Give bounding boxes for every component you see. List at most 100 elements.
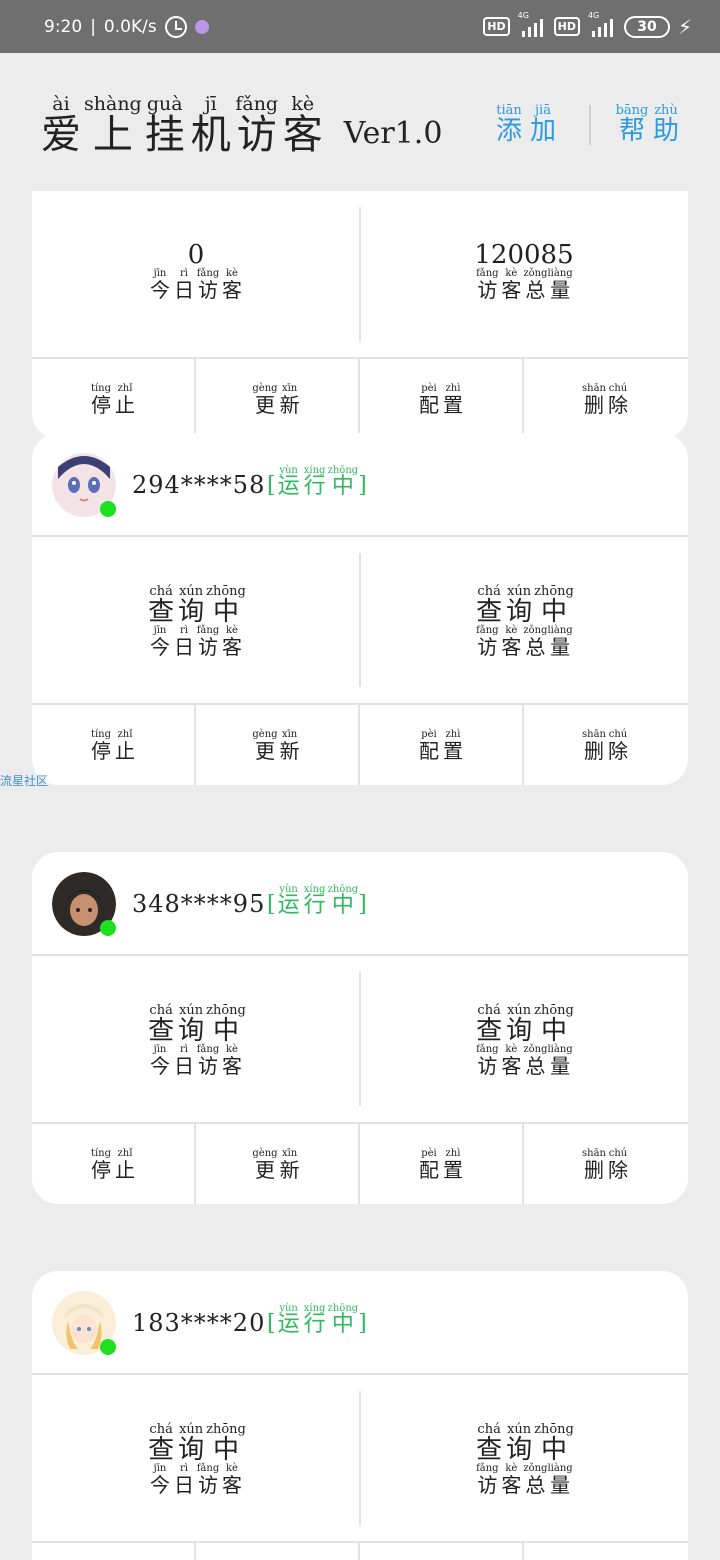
ruby-char: zhōng 中 <box>206 1003 246 1044</box>
add-button[interactable]: tiān 添 jiā 加 <box>492 103 560 144</box>
hanzi: 删 <box>584 1158 604 1182</box>
hanzi: 配 <box>419 1158 439 1182</box>
ruby-char: zhǐ 止 <box>113 383 137 415</box>
account-number: 348****95 <box>132 890 266 918</box>
card-actions: tíng停zhǐ止 gèng更xīn新 pèi配zhì置 shān删chú除 <box>32 1124 688 1204</box>
ruby-char: xún 询 <box>504 1422 534 1463</box>
hanzi: 日 <box>174 278 194 302</box>
card-actions: tíng停zhǐ止 gèng更xīn新 pèi配zhì置 shān删chú除 <box>32 1543 688 1560</box>
hanzi: 询 <box>506 1015 533 1046</box>
config-button[interactable]: pèi配zhì置 <box>360 1124 524 1204</box>
ruby-char: tíng 停 <box>89 729 113 761</box>
hanzi: 除 <box>608 1158 628 1182</box>
total-visitors-value: 120085 <box>474 240 574 270</box>
ruby-char: chá 查 <box>474 1003 504 1044</box>
update-button[interactable]: gèng更xīn新 <box>196 705 360 785</box>
ruby-char: zhōng 中 <box>206 1422 246 1463</box>
hanzi: 中 <box>331 893 354 918</box>
total-visitors-stat: 120085 fǎng 访 kè 客 zǒng 总 liàng 量 <box>360 191 688 357</box>
ruby-char: kè 客 <box>280 93 326 155</box>
hanzi: 访 <box>477 1053 498 1078</box>
hanzi: 今 <box>150 278 170 302</box>
hanzi: 询 <box>178 1434 205 1465</box>
ruby-char: tíng 停 <box>89 1148 113 1180</box>
card-stats: chá 查 xún 询 zhōng 中 jīn 今 rì 日 fǎng 访 kè 客 chá 查 xún 询 z… <box>32 537 688 705</box>
ruby-char: zhōng 中 <box>534 1422 574 1463</box>
charging-icon: ⚡ <box>677 14 692 39</box>
hanzi: 运 <box>277 1312 300 1337</box>
card-stats: 0 jīn 今 rì 日 fǎng 访 kè 客 120085 fǎng 访 kè 客 zǒng 总 li… <box>32 191 688 359</box>
ruby-char: liàng 量 <box>547 1044 572 1076</box>
ruby-char: liàng 量 <box>547 625 572 657</box>
account-list[interactable]: 0 jīn 今 rì 日 fǎng 访 kè 客 120085 fǎng 访 kè 客 zǒng 总 li… <box>0 191 720 1560</box>
hanzi: 客 <box>501 1472 522 1497</box>
account-number: 294****58 <box>132 471 266 499</box>
hanzi: 中 <box>331 474 354 499</box>
today-visitors-stat: chá 查 xún 询 zhōng 中 jīn 今 rì 日 fǎng 访 kè 客 <box>32 537 360 703</box>
config-button[interactable]: pèi配zhì置 <box>360 359 524 439</box>
hanzi: 中 <box>540 1015 567 1046</box>
ruby-char: zhǐ 止 <box>113 729 137 761</box>
ruby-char: yùn 运 <box>276 1303 302 1336</box>
hanzi: 新 <box>279 393 300 417</box>
app-title: ài 爱 shàng 上 guà 挂 jī 机 fǎng 访 kè 客 Ver1.0 <box>38 93 442 155</box>
delete-button[interactable]: shān删chú除 <box>524 359 688 439</box>
config-button[interactable]: pèi配zhì置 <box>360 705 524 785</box>
hanzi: 客 <box>501 278 522 302</box>
hanzi: 查 <box>148 1434 175 1465</box>
ruby-char: yùn 运 <box>276 884 302 917</box>
hanzi: 置 <box>443 393 463 417</box>
config-button[interactable]: pèi配zhì置 <box>360 1543 524 1560</box>
ruby-char: rì 日 <box>172 1463 196 1495</box>
clock: 9:20 <box>44 16 83 37</box>
ruby-char: xún 询 <box>504 584 534 625</box>
total-visitors-stat: chá 查 xún 询 zhōng 中 fǎng 访 kè 客 zǒng 总 liàng 量 <box>360 537 688 703</box>
ruby-char: gèng 更 <box>252 1148 277 1180</box>
ruby-char: jī 机 <box>188 93 234 155</box>
ruby-char: pèi 配 <box>417 729 441 761</box>
delete-button[interactable]: shān删chú除 <box>524 705 688 785</box>
online-indicator <box>100 1339 116 1355</box>
delete-button[interactable]: shān删chú除 <box>524 1543 688 1560</box>
ruby-char: shān 删 <box>582 1148 606 1180</box>
ruby-char: yùn 运 <box>276 465 302 498</box>
hanzi: 机 <box>190 112 231 158</box>
card-actions: tíng停zhǐ止 gèng更xīn新 pèi配zhì置 shān删chú除 <box>32 359 688 439</box>
hanzi: 访 <box>477 278 498 302</box>
ruby-char: xīn 新 <box>278 1148 302 1180</box>
ruby-char: tíng 停 <box>89 383 113 415</box>
hanzi: 中 <box>212 596 239 627</box>
update-button[interactable]: gèng更xīn新 <box>196 1124 360 1204</box>
hanzi: 日 <box>174 1053 194 1078</box>
ruby-char: kè 客 <box>499 1463 523 1495</box>
help-button[interactable]: bāng 帮 zhù 助 <box>615 103 683 144</box>
ruby-char: kè 客 <box>220 268 244 300</box>
ruby-char: rì 日 <box>172 1044 196 1076</box>
update-button[interactable]: gèng更xīn新 <box>196 1543 360 1560</box>
stop-button[interactable]: tíng停zhǐ止 <box>32 1543 196 1560</box>
hanzi: 查 <box>148 1015 175 1046</box>
hanzi: 中 <box>212 1434 239 1465</box>
hanzi: 帮 <box>618 116 645 146</box>
delete-button[interactable]: shān删chú除 <box>524 1124 688 1204</box>
ruby-char: kè 客 <box>220 1463 244 1495</box>
hanzi: 询 <box>178 1015 205 1046</box>
ruby-char: xún 询 <box>176 1422 206 1463</box>
hanzi: 客 <box>222 278 242 302</box>
stop-button[interactable]: tíng停zhǐ止 <box>32 705 196 785</box>
hanzi: 询 <box>178 596 205 627</box>
ruby-char: kè 客 <box>499 268 523 300</box>
ruby-char: fǎng 访 <box>475 268 499 300</box>
ruby-char: zhǐ 止 <box>113 1148 137 1180</box>
update-button[interactable]: gèng更xīn新 <box>196 359 360 439</box>
ruby-char: chá 查 <box>474 584 504 625</box>
stop-button[interactable]: tíng停zhǐ止 <box>32 1124 196 1204</box>
hanzi: 中 <box>540 596 567 627</box>
stop-button[interactable]: tíng停zhǐ止 <box>32 359 196 439</box>
hanzi: 访 <box>198 634 218 659</box>
hanzi: 运 <box>277 474 300 499</box>
ruby-char: xíng 行 <box>302 1303 328 1336</box>
ruby-char: rì 日 <box>172 625 196 657</box>
hanzi: 客 <box>222 1053 242 1078</box>
hanzi: 删 <box>584 393 604 417</box>
